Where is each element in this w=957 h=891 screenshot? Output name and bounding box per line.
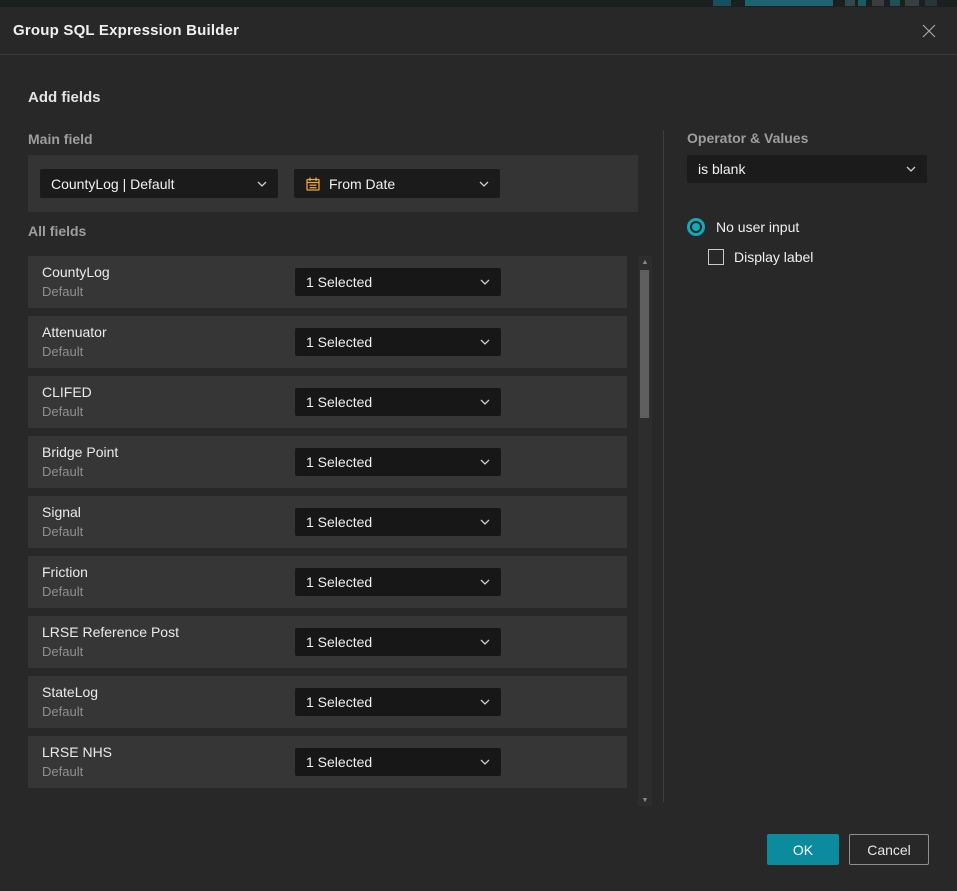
field-selection-value: 1 Selected [306,334,372,350]
field-selection-value: 1 Selected [306,754,372,770]
chevron-down-icon [480,699,490,705]
display-label-label: Display label [734,249,813,265]
chevron-down-icon [480,759,490,765]
field-selection-value: 1 Selected [306,274,372,290]
add-fields-heading: Add fields [28,89,101,106]
chevron-down-icon [479,181,489,187]
all-fields-label: All fields [28,223,86,239]
operator-select[interactable]: is blank [687,155,927,183]
chevron-down-icon [480,579,490,585]
main-field-label: Main field [28,131,93,147]
radio-selected-icon[interactable] [687,218,705,236]
field-selection-dropdown[interactable]: 1 Selected [295,268,501,296]
field-row: LRSE NHS Default 1 Selected [28,736,627,788]
field-selection-dropdown[interactable]: 1 Selected [295,388,501,416]
main-field-select-value: From Date [329,176,395,192]
chevron-down-icon [480,639,490,645]
list-scrollbar[interactable]: ▲ ▼ [638,256,652,806]
field-selection-value: 1 Selected [306,514,372,530]
main-field-select[interactable]: From Date [294,169,500,198]
field-row: StateLog Default 1 Selected [28,676,627,728]
field-selection-value: 1 Selected [306,694,372,710]
field-row: Attenuator Default 1 Selected [28,316,627,368]
chevron-down-icon [906,166,916,172]
chevron-down-icon [480,399,490,405]
ok-button[interactable]: OK [767,834,839,865]
chevron-down-icon [480,279,490,285]
field-selection-dropdown[interactable]: 1 Selected [295,448,501,476]
dialog-title: Group SQL Expression Builder [13,22,239,39]
chevron-down-icon [480,459,490,465]
field-selection-dropdown[interactable]: 1 Selected [295,508,501,536]
scroll-down-icon[interactable]: ▼ [638,794,652,806]
field-selection-value: 1 Selected [306,574,372,590]
field-row: Signal Default 1 Selected [28,496,627,548]
field-selection-dropdown[interactable]: 1 Selected [295,328,501,356]
close-icon[interactable] [917,19,941,43]
scroll-up-icon[interactable]: ▲ [638,256,652,268]
all-fields-list: CountyLog Default 1 Selected Attenuator … [28,256,627,805]
field-row: CountyLog Default 1 Selected [28,256,627,308]
scrollbar-thumb[interactable] [640,270,649,418]
operator-values-panel: Operator & Values is blank No user input… [687,130,927,265]
field-row: CLIFED Default 1 Selected [28,376,627,428]
chevron-down-icon [257,181,267,187]
field-selection-dropdown[interactable]: 1 Selected [295,688,501,716]
panel-divider [663,130,664,802]
field-selection-dropdown[interactable]: 1 Selected [295,628,501,656]
field-selection-dropdown[interactable]: 1 Selected [295,748,501,776]
group-sql-expression-builder-dialog: Group SQL Expression Builder Add fields … [0,7,957,891]
field-selection-dropdown[interactable]: 1 Selected [295,568,501,596]
no-user-input-label: No user input [716,219,799,235]
field-selection-value: 1 Selected [306,394,372,410]
cancel-button[interactable]: Cancel [849,834,929,865]
chevron-down-icon [480,519,490,525]
field-row: Bridge Point Default 1 Selected [28,436,627,488]
layer-select[interactable]: CountyLog | Default [40,169,278,198]
checkbox-unchecked-icon[interactable] [708,249,724,265]
dialog-footer: OK Cancel [767,834,929,865]
chevron-down-icon [480,339,490,345]
display-label-option[interactable]: Display label [708,249,927,265]
background-app-strip [0,0,957,7]
field-row: LRSE Reference Post Default 1 Selected [28,616,627,668]
calendar-icon [305,176,321,192]
main-field-box: CountyLog | Default F [28,155,638,212]
field-selection-value: 1 Selected [306,634,372,650]
dialog-content: Add fields Main field CountyLog | Defaul… [0,56,957,891]
layer-select-value: CountyLog | Default [51,176,175,192]
field-selection-value: 1 Selected [306,454,372,470]
operator-values-label: Operator & Values [687,130,927,146]
no-user-input-option[interactable]: No user input [687,218,927,236]
field-row: Friction Default 1 Selected [28,556,627,608]
operator-select-value: is blank [698,161,745,177]
dialog-titlebar: Group SQL Expression Builder [0,7,957,55]
